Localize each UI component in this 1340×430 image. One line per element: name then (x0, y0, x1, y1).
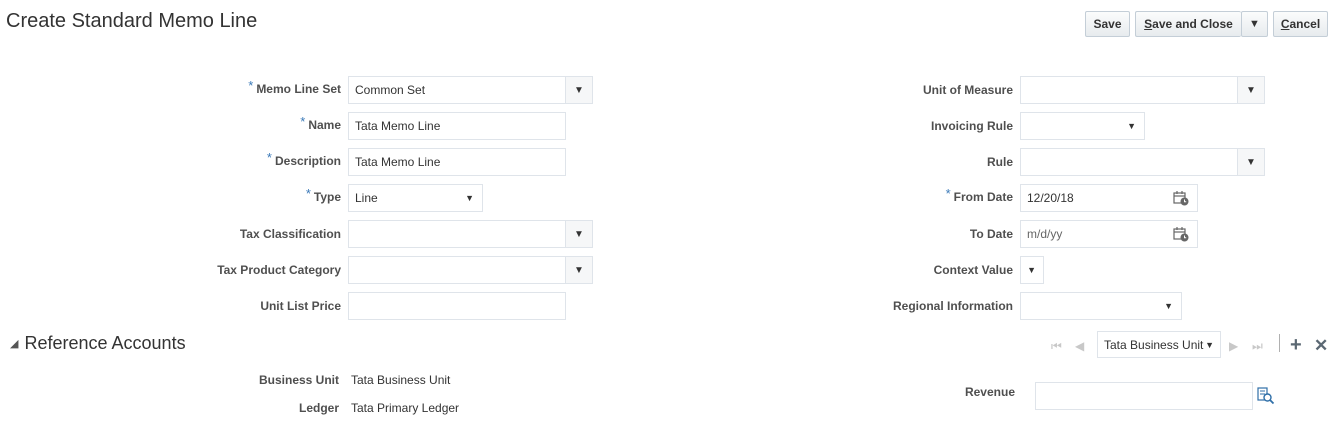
remove-icon[interactable]: ✕ (1314, 336, 1328, 356)
save-close-label: ave and Close (1152, 17, 1233, 31)
save-and-close-button[interactable]: Save and Close (1135, 11, 1241, 37)
chevron-down-icon[interactable]: ▼ (1237, 149, 1264, 175)
chevron-down-icon[interactable]: ▼ (565, 221, 592, 247)
chevron-down-icon: ▼ (465, 193, 474, 203)
cancel-button[interactable]: Cancel (1273, 11, 1328, 37)
context-value-label: Context Value (933, 263, 1013, 277)
chevron-down-icon: ▼ (1164, 301, 1173, 311)
business-unit-selector[interactable]: Tata Business Unit ▼ (1097, 331, 1221, 358)
first-record-icon[interactable]: ⏮ (1051, 339, 1062, 354)
chevron-down-icon: ▼ (1127, 121, 1136, 131)
cancel-label: ancel (1289, 17, 1321, 31)
description-value: Tata Memo Line (355, 155, 441, 169)
from-date-input[interactable]: 12/20/18 (1020, 184, 1198, 212)
chevron-down-icon: ▼ (1249, 18, 1260, 30)
chevron-down-icon[interactable]: ▼ (565, 77, 592, 103)
collapse-triangle-icon[interactable]: ◢ (10, 338, 18, 350)
unit-list-price-input[interactable] (348, 292, 566, 320)
tax-classification-select[interactable]: ▼ (348, 220, 593, 248)
name-label: * Name (300, 114, 341, 133)
description-label: * Description (266, 150, 341, 169)
next-record-icon[interactable]: ▶ (1229, 339, 1238, 353)
regional-information-select[interactable]: ▼ (1020, 292, 1182, 320)
invoicing-rule-select[interactable]: ▼ (1020, 112, 1145, 140)
tax-classification-label: Tax Classification (239, 227, 341, 241)
save-close-mnemonic: S (1144, 17, 1153, 31)
rule-select[interactable]: ▼ (1020, 148, 1265, 176)
unit-of-measure-label: Unit of Measure (922, 83, 1013, 97)
from-date-label: * From Date (945, 186, 1013, 205)
save-options-dropdown-button[interactable]: ▼ (1241, 11, 1268, 37)
page-title: Create Standard Memo Line (6, 10, 258, 32)
type-label: * Type (305, 186, 341, 205)
chevron-down-icon: ▼ (1205, 340, 1214, 350)
required-indicator: * (945, 186, 951, 201)
regional-information-label: Regional Information (893, 299, 1013, 313)
required-indicator: * (266, 150, 272, 165)
ledger-value: Tata Primary Ledger (351, 401, 460, 415)
revenue-input[interactable] (1035, 382, 1253, 410)
tax-product-category-label: Tax Product Category (217, 263, 341, 277)
business-unit-value: Tata Business Unit (351, 373, 451, 387)
reference-accounts-title: Reference Accounts (24, 333, 186, 353)
from-date-value: 12/20/18 (1027, 191, 1074, 205)
add-icon[interactable]: + (1290, 334, 1302, 357)
calendar-icon[interactable] (1173, 226, 1189, 242)
toolbar-divider (1279, 334, 1280, 352)
tax-product-category-select[interactable]: ▼ (348, 256, 593, 284)
cancel-mnemonic: C (1280, 17, 1290, 31)
chevron-down-icon: ▼ (1027, 265, 1036, 275)
business-unit-label: Business Unit (258, 373, 339, 387)
save-button[interactable]: Save (1085, 11, 1130, 37)
rule-label: Rule (986, 155, 1013, 169)
chevron-down-icon[interactable]: ▼ (565, 257, 592, 283)
ledger-label: Ledger (298, 401, 339, 415)
revenue-label: Revenue (964, 385, 1015, 399)
calendar-icon[interactable] (1173, 190, 1189, 206)
to-date-input[interactable]: m/d/yy (1020, 220, 1198, 248)
context-value-select[interactable]: ▼ (1020, 256, 1044, 284)
search-icon[interactable] (1257, 387, 1275, 405)
required-indicator: * (305, 186, 311, 201)
required-indicator: * (248, 78, 254, 93)
chevron-down-icon[interactable]: ▼ (1237, 77, 1264, 103)
invoicing-rule-label: Invoicing Rule (930, 119, 1013, 133)
memo-line-set-label: * Memo Line Set (248, 78, 341, 97)
business-unit-selector-value: Tata Business Unit (1104, 337, 1204, 352)
unit-list-price-label: Unit List Price (260, 299, 341, 313)
required-indicator: * (300, 114, 306, 129)
type-select[interactable]: Line ▼ (348, 184, 483, 212)
previous-record-icon[interactable]: ◀ (1075, 339, 1084, 353)
name-input[interactable]: Tata Memo Line (348, 112, 566, 140)
to-date-label: To Date (969, 227, 1013, 241)
unit-of-measure-select[interactable]: ▼ (1020, 76, 1265, 104)
last-record-icon[interactable]: ⏭ (1252, 339, 1263, 354)
save-button-label: Save (1093, 17, 1122, 31)
memo-line-set-value: Common Set (355, 83, 426, 97)
to-date-placeholder: m/d/yy (1027, 227, 1063, 241)
reference-accounts-header[interactable]: ◢ Reference Accounts (10, 333, 186, 354)
memo-line-set-select[interactable]: Common Set ▼ (348, 76, 593, 104)
type-value: Line (355, 191, 378, 205)
description-input[interactable]: Tata Memo Line (348, 148, 566, 176)
name-value: Tata Memo Line (355, 119, 441, 133)
